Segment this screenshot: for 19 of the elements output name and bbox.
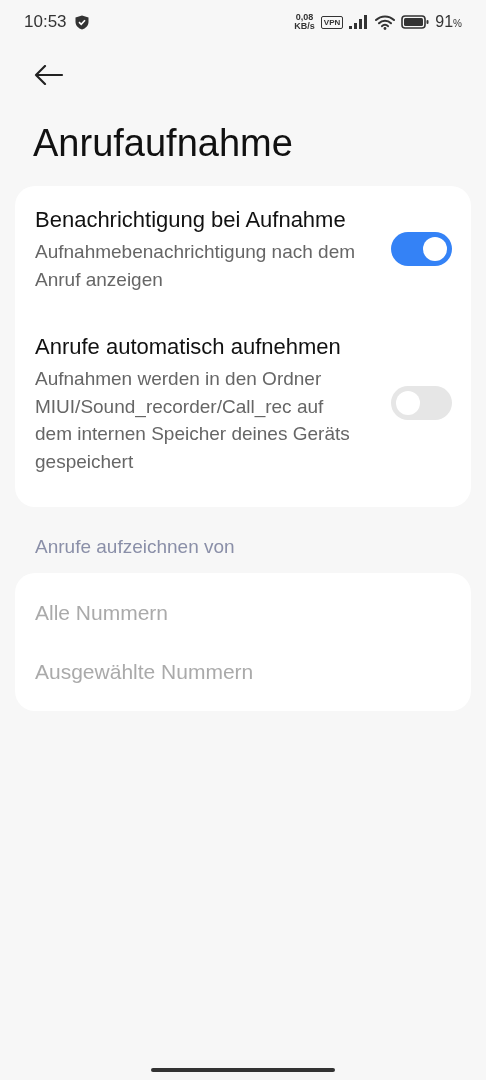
setting-description: Aufnahmebenachrichtigung nach dem Anruf anzeigen [35,240,357,292]
speed-unit: KB/s [294,22,315,31]
signal-icon [349,15,370,29]
back-icon[interactable] [34,65,64,85]
battery-icon [401,15,430,29]
battery-percent: 91 [435,13,454,31]
speed-value: 0,08 [295,13,314,22]
page-title: Anrufaufnahme [32,121,294,166]
wifi-icon [375,14,396,30]
section-header: Anrufe aufzeichnen von [34,535,236,559]
vpn-badge: VPN [320,15,344,29]
setting-description: Aufnahmen werden in den Ordner MIUI/Sound_recorder/Call_rec auf dem internen Speicher deines Geräts gespeichert [35,367,351,474]
setting-title: Anrufe automatisch aufnehmen [35,333,342,361]
toggle-switch[interactable] [391,231,452,266]
status-time: 10:53 [24,12,67,32]
percent-sign: % [453,18,462,29]
setting-title: Benachrichtigung bei Aufnahme [35,206,347,234]
shield-icon [74,14,89,30]
toggle-switch[interactable] [391,386,452,420]
